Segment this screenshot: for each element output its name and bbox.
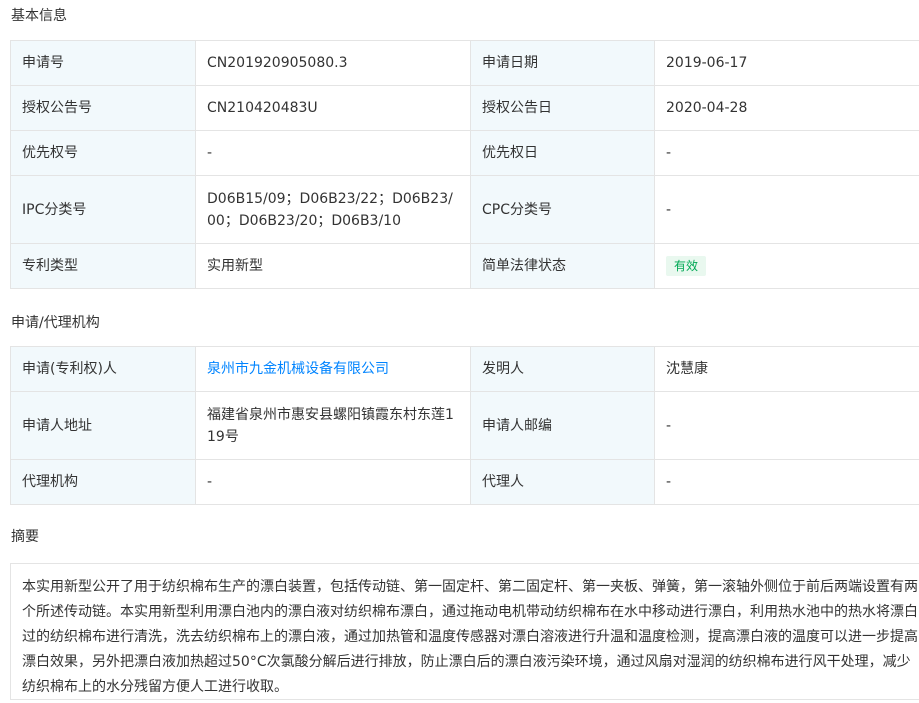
legal-status-label: 简单法律状态 <box>470 243 655 289</box>
cpc-value: - <box>654 175 919 244</box>
inventor-value: 沈慧康 <box>654 346 919 392</box>
agency-org-value: - <box>195 459 471 505</box>
abstract-text: 本实用新型公开了用于纺织棉布生产的漂白装置，包括传动链、第一固定杆、第二固定杆、… <box>10 563 919 700</box>
legal-status-badge: 有效 <box>666 256 707 276</box>
inventor-label: 发明人 <box>470 346 655 392</box>
legal-status-cell: 有效 <box>654 243 919 289</box>
basic-info-table: 申请号 CN201920905080.3 申请日期 2019-06-17 授权公… <box>10 40 919 289</box>
agency-org-label: 代理机构 <box>10 459 196 505</box>
table-row: 申请人地址 福建省泉州市惠安县螺阳镇霞东村东莲119号 申请人邮编 - <box>10 391 919 460</box>
agency-title: 申请/代理机构 <box>11 315 100 331</box>
ipc-label: IPC分类号 <box>10 175 196 244</box>
grant-number-value: CN210420483U <box>195 85 471 131</box>
agency-table: 申请(专利权)人 泉州市九金机械设备有限公司 发明人 沈慧康 申请人地址 福建省… <box>10 346 919 505</box>
applicant-link[interactable]: 泉州市九金机械设备有限公司 <box>207 361 389 377</box>
priority-number-value: - <box>195 130 471 176</box>
table-row: 申请(专利权)人 泉州市九金机械设备有限公司 发明人 沈慧康 <box>10 346 919 392</box>
applicant-cell: 泉州市九金机械设备有限公司 <box>195 346 471 392</box>
cpc-label: CPC分类号 <box>470 175 655 244</box>
application-date-value: 2019-06-17 <box>654 40 919 86</box>
table-row: 代理机构 - 代理人 - <box>10 459 919 505</box>
grant-number-label: 授权公告号 <box>10 85 196 131</box>
application-number-label: 申请号 <box>10 40 196 86</box>
table-row: 授权公告号 CN210420483U 授权公告日 2020-04-28 <box>10 85 919 131</box>
application-number-value: CN201920905080.3 <box>195 40 471 86</box>
table-row: 优先权号 - 优先权日 - <box>10 130 919 176</box>
table-row: 申请号 CN201920905080.3 申请日期 2019-06-17 <box>10 40 919 86</box>
address-value: 福建省泉州市惠安县螺阳镇霞东村东莲119号 <box>195 391 471 460</box>
applicant-label: 申请(专利权)人 <box>10 346 196 392</box>
patent-detail-page: 基本信息 申请号 CN201920905080.3 申请日期 2019-06-1… <box>0 0 919 703</box>
ipc-value: D06B15/09；D06B23/22；D06B23/00；D06B23/20；… <box>195 175 471 244</box>
grant-date-value: 2020-04-28 <box>654 85 919 131</box>
priority-date-label: 优先权日 <box>470 130 655 176</box>
table-row: IPC分类号 D06B15/09；D06B23/22；D06B23/00；D06… <box>10 175 919 244</box>
postcode-value: - <box>654 391 919 460</box>
agent-value: - <box>654 459 919 505</box>
application-date-label: 申请日期 <box>470 40 655 86</box>
address-label: 申请人地址 <box>10 391 196 460</box>
patent-type-value: 实用新型 <box>195 243 471 289</box>
table-row: 专利类型 实用新型 简单法律状态 有效 <box>10 243 919 289</box>
agent-label: 代理人 <box>470 459 655 505</box>
priority-number-label: 优先权号 <box>10 130 196 176</box>
abstract-title: 摘要 <box>11 529 39 545</box>
priority-date-value: - <box>654 130 919 176</box>
postcode-label: 申请人邮编 <box>470 391 655 460</box>
patent-type-label: 专利类型 <box>10 243 196 289</box>
grant-date-label: 授权公告日 <box>470 85 655 131</box>
basic-info-title: 基本信息 <box>11 8 67 24</box>
